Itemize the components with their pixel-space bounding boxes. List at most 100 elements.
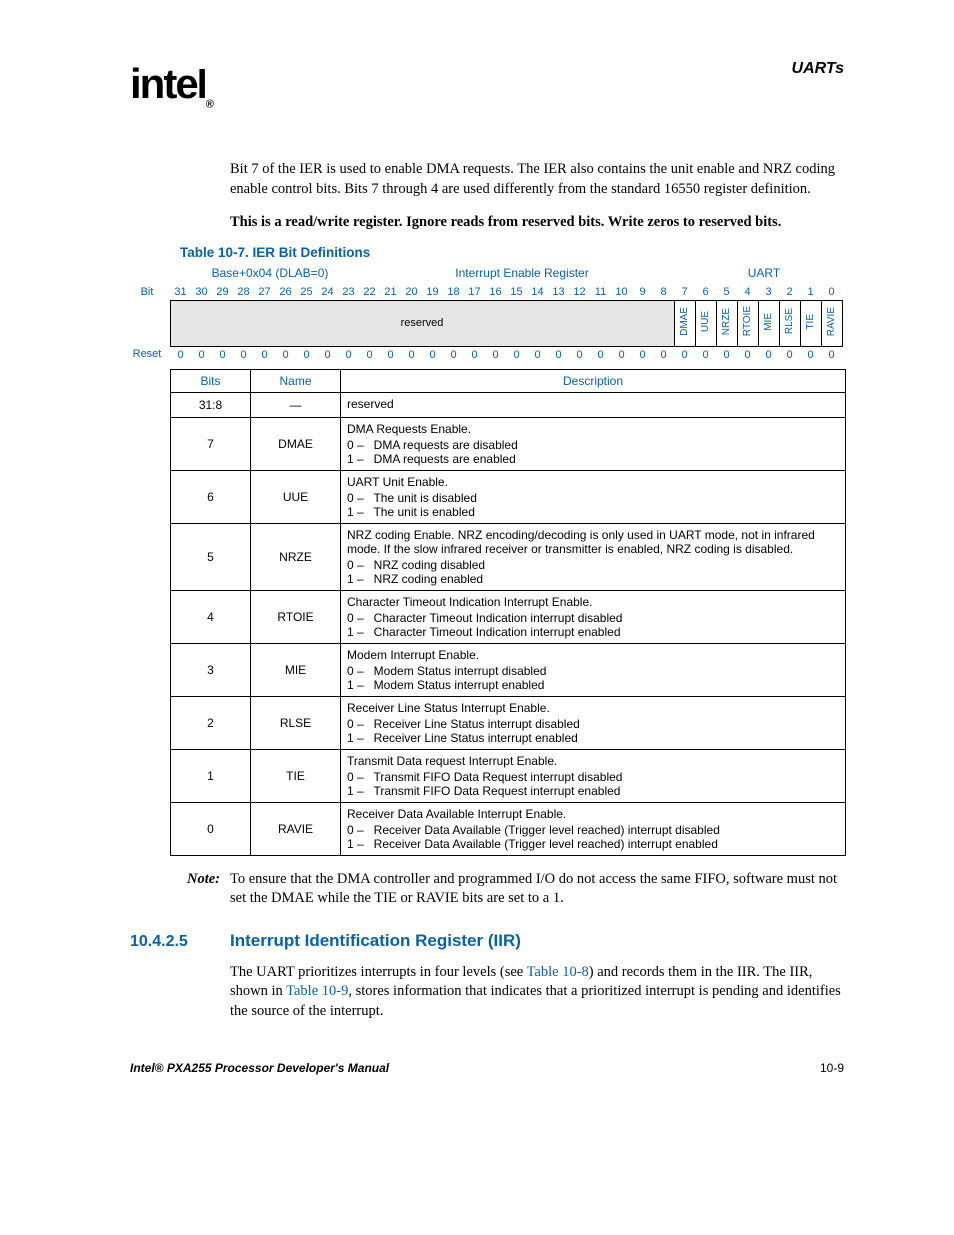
bit-number: 14 xyxy=(527,284,548,301)
reset-value: 0 xyxy=(464,346,485,363)
bit-number: 0 xyxy=(821,284,842,301)
cell-name: DMAE xyxy=(251,417,341,470)
bit-number: 17 xyxy=(464,284,485,301)
cell-description: UART Unit Enable.0 – The unit is disable… xyxy=(341,470,846,523)
bit-number: 30 xyxy=(191,284,212,301)
bit-number: 11 xyxy=(590,284,611,301)
col-header-desc: Description xyxy=(341,369,846,392)
bit-number: 9 xyxy=(632,284,653,301)
reset-value: 0 xyxy=(632,346,653,363)
bit-field: RTOIE xyxy=(737,300,758,346)
bit-row-label: Bit xyxy=(130,284,170,301)
cell-bits: 5 xyxy=(171,523,251,590)
note-text: To ensure that the DMA controller and pr… xyxy=(230,870,844,909)
note-block: Note: To ensure that the DMA controller … xyxy=(172,870,844,909)
footer-manual-title: Intel® PXA255 Processor Developer's Manu… xyxy=(130,1061,389,1075)
cell-bits: 7 xyxy=(171,417,251,470)
bit-number: 6 xyxy=(695,284,716,301)
cell-name: RAVIE xyxy=(251,802,341,855)
section-label: UARTs xyxy=(792,60,844,78)
bit-number: 24 xyxy=(317,284,338,301)
cell-bits: 6 xyxy=(171,470,251,523)
bit-number: 4 xyxy=(737,284,758,301)
reset-value: 0 xyxy=(569,346,590,363)
reset-value: 0 xyxy=(254,346,275,363)
reset-value: 0 xyxy=(506,346,527,363)
cell-description: Receiver Line Status Interrupt Enable.0 … xyxy=(341,696,846,749)
cell-description: Transmit Data request Interrupt Enable.0… xyxy=(341,749,846,802)
cell-description: NRZ coding Enable. NRZ encoding/decoding… xyxy=(341,523,846,590)
table-row: 3MIEModem Interrupt Enable.0 – Modem Sta… xyxy=(171,643,846,696)
bit-field: NRZE xyxy=(716,300,737,346)
reset-value: 0 xyxy=(758,346,779,363)
table-row: 6UUEUART Unit Enable.0 – The unit is dis… xyxy=(171,470,846,523)
reset-value: 0 xyxy=(821,346,842,363)
reset-value: 0 xyxy=(548,346,569,363)
register-name: Interrupt Enable Register xyxy=(360,266,684,280)
iir-paragraph: The UART prioritizes interrupts in four … xyxy=(230,963,844,1022)
bit-number: 20 xyxy=(401,284,422,301)
section-number: 10.4.2.5 xyxy=(130,933,230,951)
register-module: UART xyxy=(684,266,844,280)
reset-value: 0 xyxy=(359,346,380,363)
reset-value: 0 xyxy=(611,346,632,363)
cell-bits: 31:8 xyxy=(171,392,251,417)
cell-bits: 0 xyxy=(171,802,251,855)
reset-value: 0 xyxy=(401,346,422,363)
reset-row-label: Reset xyxy=(130,346,170,363)
reset-value: 0 xyxy=(695,346,716,363)
table-row: 7DMAEDMA Requests Enable.0 – DMA request… xyxy=(171,417,846,470)
table-row: 1TIETransmit Data request Interrupt Enab… xyxy=(171,749,846,802)
cell-description: Character Timeout Indication Interrupt E… xyxy=(341,590,846,643)
bit-number: 3 xyxy=(758,284,779,301)
cell-name: MIE xyxy=(251,643,341,696)
bit-number: 27 xyxy=(254,284,275,301)
reset-value: 0 xyxy=(275,346,296,363)
link-table-10-8[interactable]: Table 10-8 xyxy=(527,964,589,980)
table-row: 31:8—reserved xyxy=(171,392,846,417)
intro-paragraph: Bit 7 of the IER is used to enable DMA r… xyxy=(230,160,844,199)
reset-value: 0 xyxy=(800,346,821,363)
cell-bits: 4 xyxy=(171,590,251,643)
section-title: Interrupt Identification Register (IIR) xyxy=(230,931,521,951)
register-header: Base+0x04 (DLAB=0) Interrupt Enable Regi… xyxy=(180,266,844,280)
cell-name: — xyxy=(251,392,341,417)
bit-number: 2 xyxy=(779,284,800,301)
bit-number: 12 xyxy=(569,284,590,301)
reset-value: 0 xyxy=(170,346,191,363)
bit-number: 23 xyxy=(338,284,359,301)
footer-page-number: 10-9 xyxy=(820,1061,844,1075)
bit-number: 31 xyxy=(170,284,191,301)
field-reserved: reserved xyxy=(170,300,674,346)
reset-value: 0 xyxy=(716,346,737,363)
bit-field: TIE xyxy=(800,300,821,346)
bit-number: 5 xyxy=(716,284,737,301)
cell-description: Modem Interrupt Enable.0 – Modem Status … xyxy=(341,643,846,696)
cell-description: Receiver Data Available Interrupt Enable… xyxy=(341,802,846,855)
intel-logo: intel® xyxy=(130,60,212,110)
reset-value: 0 xyxy=(485,346,506,363)
table-row: 5NRZENRZ coding Enable. NRZ encoding/dec… xyxy=(171,523,846,590)
cell-name: NRZE xyxy=(251,523,341,590)
reset-value: 0 xyxy=(233,346,254,363)
cell-name: UUE xyxy=(251,470,341,523)
cell-name: RTOIE xyxy=(251,590,341,643)
bit-number: 22 xyxy=(359,284,380,301)
bit-description-table: Bits Name Description 31:8—reserved7DMAE… xyxy=(170,369,846,856)
col-header-bits: Bits xyxy=(171,369,251,392)
bit-field: RLSE xyxy=(779,300,800,346)
link-table-10-9[interactable]: Table 10-9 xyxy=(286,983,348,999)
page-header: intel® UARTs xyxy=(130,60,844,110)
bit-number: 1 xyxy=(800,284,821,301)
cell-description: reserved xyxy=(341,392,846,417)
bit-number: 7 xyxy=(674,284,695,301)
bit-number: 28 xyxy=(233,284,254,301)
bit-number: 16 xyxy=(485,284,506,301)
reset-value: 0 xyxy=(674,346,695,363)
col-header-name: Name xyxy=(251,369,341,392)
cell-bits: 2 xyxy=(171,696,251,749)
section-heading: 10.4.2.5 Interrupt Identification Regist… xyxy=(130,931,844,951)
reset-value: 0 xyxy=(653,346,674,363)
reset-value: 0 xyxy=(737,346,758,363)
reset-value: 0 xyxy=(338,346,359,363)
